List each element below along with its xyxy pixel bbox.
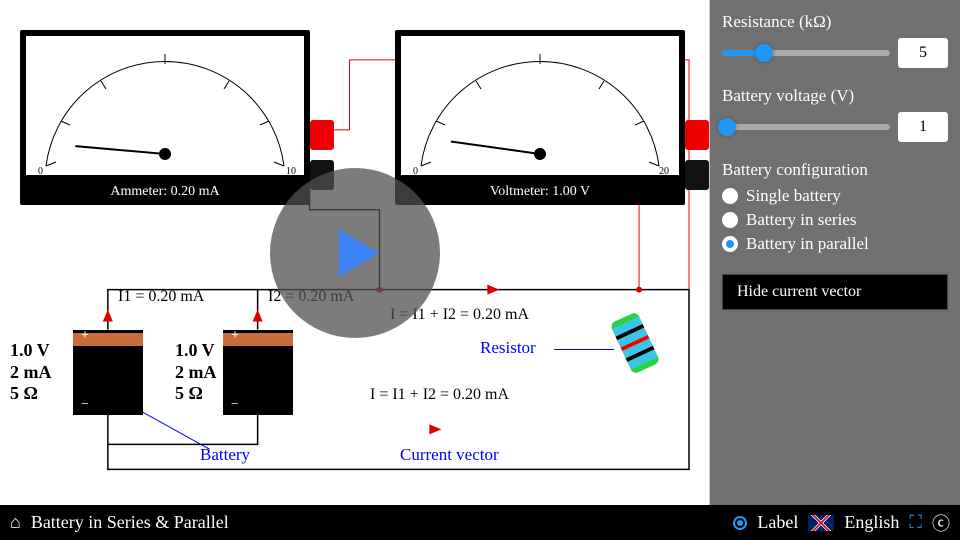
battery1-spec: 1.0 V2 mA5 Ω: [10, 340, 52, 405]
page-title: Battery in Series & Parallel: [31, 512, 229, 533]
vector-annotation: Current vector: [400, 445, 499, 465]
isum-bot-label: I = I1 + I2 = 0.20 mA: [370, 386, 509, 404]
label-toggle[interactable]: [733, 516, 747, 530]
svg-text:20: 20: [659, 166, 669, 175]
hide-vector-button[interactable]: Hide current vector: [722, 274, 948, 310]
resistor-annotation: Resistor: [480, 338, 536, 358]
language[interactable]: English: [844, 512, 899, 533]
voltage-value[interactable]: 1: [898, 112, 948, 142]
svg-text:10: 10: [286, 166, 296, 175]
radio-series[interactable]: Battery in series: [722, 210, 948, 230]
svg-text:0: 0: [413, 166, 418, 175]
radio-parallel[interactable]: Battery in parallel: [722, 234, 948, 254]
footer: ⌂ Battery in Series & Parallel Label Eng…: [0, 505, 960, 540]
battery-annotation: Battery: [200, 445, 250, 465]
battery-2: + −: [223, 330, 293, 415]
voltmeter-label: Voltmeter: 1.00 V: [395, 184, 685, 200]
copyright-icon[interactable]: ⓒ: [932, 510, 950, 536]
controls-panel: Resistance (kΩ) 5 Battery voltage (V) 1 …: [710, 0, 960, 505]
radio-single[interactable]: Single battery: [722, 186, 948, 206]
resistance-label: Resistance (kΩ): [722, 12, 948, 32]
voltmeter-terminal-pos: [685, 120, 709, 150]
flag-icon[interactable]: [808, 515, 834, 531]
fullscreen-icon[interactable]: ⛶: [909, 512, 922, 533]
voltage-label: Battery voltage (V): [722, 86, 948, 106]
ammeter-label: Ammeter: 0.20 mA: [20, 184, 310, 200]
voltmeter: 0 20 Voltmeter: 1.00 V: [395, 30, 685, 205]
home-icon[interactable]: ⌂: [10, 512, 21, 533]
voltage-slider[interactable]: [722, 124, 890, 130]
voltmeter-terminal-neg: [685, 160, 709, 190]
label-text: Label: [757, 512, 798, 533]
ammeter-terminal-pos: [310, 120, 334, 150]
battery2-spec: 1.0 V2 mA5 Ω: [175, 340, 217, 405]
i1-label: I1 = 0.20 mA: [118, 288, 204, 306]
resistance-slider[interactable]: [722, 50, 890, 56]
resistance-value[interactable]: 5: [898, 38, 948, 68]
resistor: [610, 311, 661, 374]
ammeter: 0 10 Ammeter: 0.20 mA: [20, 30, 310, 205]
battery-1: + −: [73, 330, 143, 415]
config-label: Battery configuration: [722, 160, 948, 180]
simulation-canvas: 0 10 Ammeter: 0.20 mA 0 20: [0, 0, 710, 505]
svg-text:0: 0: [38, 166, 43, 175]
play-button[interactable]: [270, 168, 440, 338]
